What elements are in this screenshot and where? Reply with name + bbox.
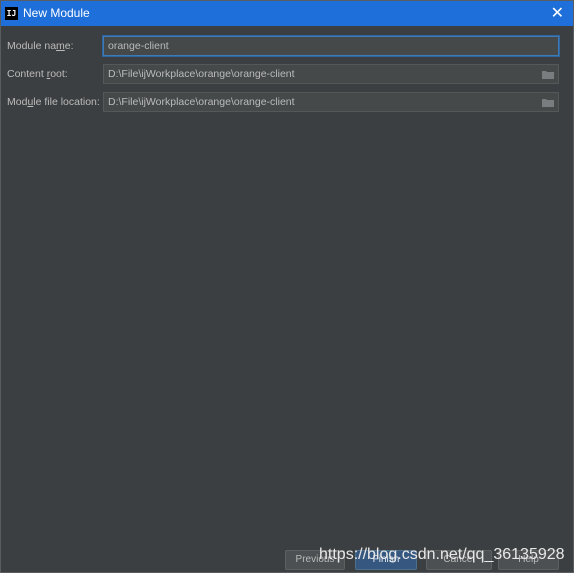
watermark: https://blog.csdn.net/qq_36135928: [319, 546, 565, 563]
module-name-label: Module name:: [7, 40, 74, 52]
new-module-dialog: IJ New Module ✕ Module name: orange-clie…: [0, 0, 574, 573]
content-root-label: Content root:: [7, 68, 68, 80]
module-file-location-field[interactable]: D:\File\ijWorkplace\orange\orange-client: [103, 92, 559, 112]
window-title: New Module: [23, 6, 90, 20]
intellij-icon: IJ: [5, 7, 18, 20]
content-root-value: D:\File\ijWorkplace\orange\orange-client: [108, 68, 295, 80]
close-icon[interactable]: ✕: [551, 4, 564, 22]
module-file-location-label: Module file location:: [7, 96, 100, 108]
folder-icon[interactable]: [542, 70, 554, 79]
content-root-field[interactable]: D:\File\ijWorkplace\orange\orange-client: [103, 64, 559, 84]
module-name-input[interactable]: orange-client: [103, 36, 559, 56]
module-name-row: Module name: orange-client: [1, 36, 573, 56]
folder-icon[interactable]: [542, 98, 554, 107]
content-root-row: Content root: D:\File\ijWorkplace\orange…: [1, 64, 573, 84]
module-file-location-value: D:\File\ijWorkplace\orange\orange-client: [108, 96, 295, 108]
title-bar: IJ New Module ✕: [1, 1, 573, 26]
module-file-location-row: Module file location: D:\File\ijWorkplac…: [1, 92, 573, 112]
